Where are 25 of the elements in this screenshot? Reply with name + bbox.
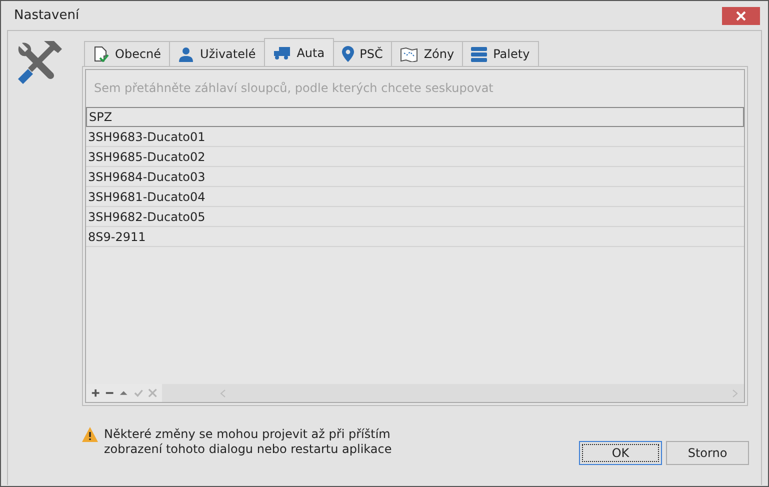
user-icon [178, 46, 194, 62]
document-check-icon [93, 46, 109, 62]
ok-button[interactable]: OK [579, 441, 662, 465]
table-cell: 3SH9681-Ducato04 [86, 187, 744, 207]
table-cell: 3SH9684-Ducato03 [86, 167, 744, 187]
truck-icon [272, 46, 291, 60]
server-icon [471, 46, 488, 62]
tab[interactable]: Obecné [84, 41, 170, 66]
column-header[interactable]: SPZ [86, 107, 744, 127]
window-title: Nastavení [14, 8, 80, 23]
tab[interactable]: Palety [462, 41, 539, 66]
tools-icon [16, 39, 64, 85]
cancel-button[interactable]: Storno [666, 441, 749, 465]
table-cell: 3SH9683-Ducato01 [86, 127, 744, 147]
plus-icon[interactable] [90, 388, 102, 398]
map-pin-icon [342, 46, 354, 62]
map-icon [400, 46, 418, 62]
close-button[interactable] [722, 6, 760, 24]
group-panel-hint: Sem přetáhněte záhlaví sloupců, podle kterých chcete seskupovat [93, 80, 494, 97]
warning-message: Některé změny se mohou projevit až při příštím zobrazení tohoto dialogu nebo restartu aplikace [104, 427, 393, 457]
table-cell: 3SH9682-Ducato05 [86, 207, 744, 227]
table-cell: 8S9-2911 [86, 227, 744, 247]
table-cell: 3SH9685-Ducato02 [86, 147, 744, 167]
close-icon [736, 10, 746, 20]
warning-icon [82, 427, 98, 442]
